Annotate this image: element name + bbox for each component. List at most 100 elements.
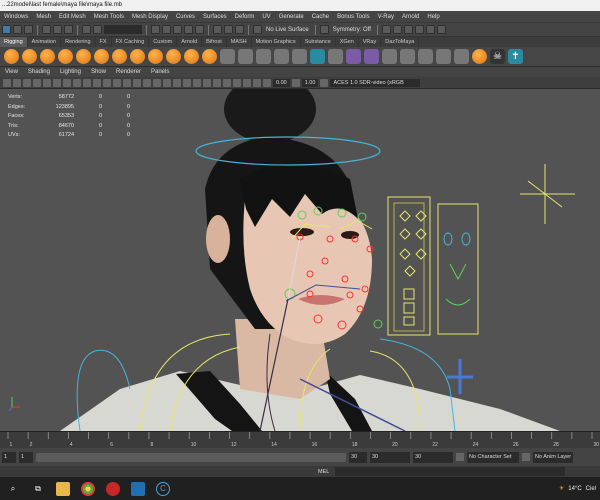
start-time-field[interactable]: 1 xyxy=(2,451,16,463)
snap-point-icon[interactable] xyxy=(173,25,182,34)
select-tool-icon[interactable] xyxy=(2,25,11,34)
playback-end-field[interactable]: 30 xyxy=(349,451,367,463)
snap-grid-icon[interactable] xyxy=(151,25,160,34)
panel-menu-shading[interactable]: Shading xyxy=(23,69,55,75)
panel-menu-lighting[interactable]: Lighting xyxy=(55,69,86,75)
panel-menu-view[interactable]: View xyxy=(0,69,23,75)
shelf-tab-fx[interactable]: FX xyxy=(96,37,112,47)
snap-surface-icon[interactable] xyxy=(195,25,204,34)
character-set-icon[interactable] xyxy=(456,453,464,461)
orient-joint-icon[interactable] xyxy=(58,49,73,64)
screen-space-ao-icon[interactable] xyxy=(183,78,191,87)
isolate-select-icon[interactable] xyxy=(223,78,231,87)
panel-menu-renderer[interactable]: Renderer xyxy=(111,69,146,75)
xray-joints-icon[interactable] xyxy=(243,78,251,87)
geometry-constraint-icon[interactable] xyxy=(454,49,469,64)
use-lights-icon[interactable] xyxy=(163,78,171,87)
grid-icon[interactable] xyxy=(43,78,51,87)
lattice-icon[interactable] xyxy=(238,49,253,64)
wireframe-icon[interactable] xyxy=(113,78,121,87)
live-surface-label[interactable]: No Live Surface xyxy=(264,27,311,33)
shelf-tab-daztomaya[interactable]: DazToMaya xyxy=(381,37,420,47)
command-input[interactable] xyxy=(335,467,566,476)
orient-constraint-icon[interactable] xyxy=(400,49,415,64)
render-view-icon[interactable] xyxy=(425,25,435,34)
menu-windows[interactable]: Windows xyxy=(0,14,32,20)
object-name-field[interactable] xyxy=(104,25,142,34)
symmetry-dropdown[interactable]: Symmetry: Off xyxy=(331,27,373,33)
menu-mesh-tools[interactable]: Mesh Tools xyxy=(90,14,128,20)
menu-uv[interactable]: UV xyxy=(258,14,274,20)
field-chart-icon[interactable] xyxy=(83,78,91,87)
textured-icon[interactable] xyxy=(153,78,161,87)
scale-constraint-icon[interactable] xyxy=(418,49,433,64)
bookmark-icon[interactable] xyxy=(23,78,31,87)
constraint-aim-icon[interactable] xyxy=(364,49,379,64)
highlight-selection-icon[interactable] xyxy=(93,25,102,34)
shadows-icon[interactable] xyxy=(173,78,181,87)
character-pose-icon[interactable]: ✝ xyxy=(508,49,523,64)
exposure-icon[interactable] xyxy=(263,78,271,87)
playback-start-field[interactable]: 1 xyxy=(19,451,33,463)
anti-aliasing-icon[interactable] xyxy=(203,78,211,87)
bind-skin-icon[interactable] xyxy=(112,49,127,64)
safe-action-icon[interactable] xyxy=(93,78,101,87)
menu-arnold[interactable]: Arnold xyxy=(398,14,423,20)
paint-select-icon[interactable] xyxy=(24,25,33,34)
menu-bonus-tools[interactable]: Bonus Tools xyxy=(333,14,374,20)
wireframe-on-shaded-icon[interactable] xyxy=(143,78,151,87)
anim-layer-icon[interactable] xyxy=(522,453,530,461)
select-camera-icon[interactable] xyxy=(3,78,11,87)
gate-mask-icon[interactable] xyxy=(73,78,81,87)
make-live-icon[interactable] xyxy=(253,25,262,34)
shelf-tab-xgen[interactable]: XGen xyxy=(336,37,359,47)
shelf-tab-vray[interactable]: VRay xyxy=(359,37,382,47)
menu-generate[interactable]: Generate xyxy=(275,14,308,20)
wire-deformer-icon[interactable] xyxy=(292,49,307,64)
resolution-gate-icon[interactable] xyxy=(63,78,71,87)
locator-icon[interactable] xyxy=(328,49,343,64)
menu-deform[interactable]: Deform xyxy=(231,14,259,20)
shelf-tab-fx-caching[interactable]: FX Caching xyxy=(112,37,150,47)
insert-joint-icon[interactable] xyxy=(22,49,37,64)
safe-title-icon[interactable] xyxy=(103,78,111,87)
anim-layer-dropdown[interactable]: No Anim Layer xyxy=(533,451,573,463)
lasso-tool-icon[interactable] xyxy=(13,25,22,34)
render-settings-icon[interactable] xyxy=(403,25,413,34)
xray-icon[interactable] xyxy=(233,78,241,87)
input-ops-icon[interactable] xyxy=(224,25,233,34)
search-icon[interactable]: ⌕ xyxy=(6,482,20,496)
shelf-tab-arnold[interactable]: Arnold xyxy=(177,37,203,47)
select-hierarchy-icon[interactable] xyxy=(42,25,51,34)
menu-vray[interactable]: V-Ray xyxy=(374,14,398,20)
shelf-tab-mash[interactable]: MASH xyxy=(227,37,252,47)
symmetry-icon[interactable] xyxy=(319,25,329,34)
joint-tool-icon[interactable] xyxy=(4,49,19,64)
time-slider[interactable]: 1 2 4 6 8 10 12 14 16 18 20 22 24 26 28 30 xyxy=(0,431,600,448)
anim-end-field[interactable]: 30 xyxy=(370,451,410,463)
shelf-tab-rigging[interactable]: Rigging xyxy=(0,37,28,47)
app-c-icon[interactable]: C xyxy=(156,481,170,496)
parent-constraint-icon[interactable] xyxy=(382,49,397,64)
paint-weights-icon[interactable] xyxy=(148,49,163,64)
hypershade-icon[interactable] xyxy=(414,25,424,34)
shelf-tab-bifrost[interactable]: Bifrost xyxy=(202,37,227,47)
ik-handle-icon[interactable] xyxy=(76,49,91,64)
copy-weights-icon[interactable] xyxy=(166,49,181,64)
mirror-joint-icon[interactable] xyxy=(40,49,55,64)
maya-icon[interactable] xyxy=(131,481,145,496)
menu-mesh-display[interactable]: Mesh Display xyxy=(128,14,172,20)
opera-icon[interactable] xyxy=(106,481,120,496)
select-component-icon[interactable] xyxy=(64,25,73,34)
mel-label[interactable]: MEL xyxy=(318,469,329,475)
output-ops-icon[interactable] xyxy=(235,25,244,34)
select-object-icon[interactable] xyxy=(53,25,62,34)
motion-blur-icon[interactable] xyxy=(193,78,201,87)
color-space-dropdown[interactable]: ACES 1.0 SDR-video (sRGB xyxy=(330,78,421,87)
exposure-field[interactable]: 1.00 xyxy=(301,78,319,87)
camera-attributes-icon[interactable] xyxy=(13,78,21,87)
render-frame-icon[interactable] xyxy=(381,25,391,34)
ik-spline-icon[interactable] xyxy=(94,49,109,64)
snap-curve-icon[interactable] xyxy=(162,25,171,34)
viewport[interactable]: Verts: 58772 0 0 Edges: 123895 0 0 Faces… xyxy=(0,89,600,431)
